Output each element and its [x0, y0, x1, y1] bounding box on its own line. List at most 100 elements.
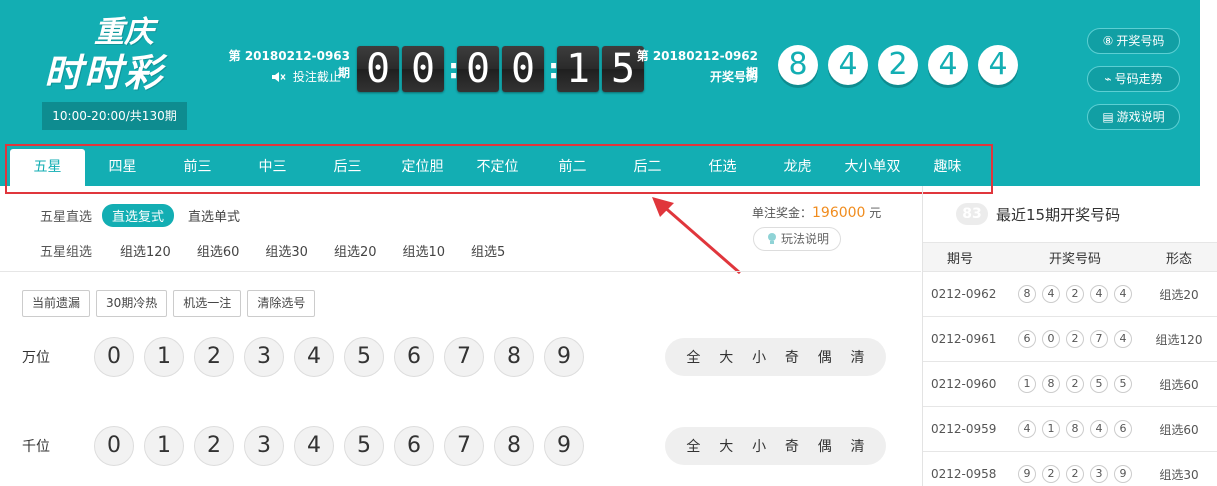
- draw-row: 0212-0958 9 2 2 3 9 组选30: [923, 452, 1217, 486]
- draw-number: 5: [1090, 375, 1108, 393]
- number-ball[interactable]: 0: [94, 426, 134, 466]
- subplay-group-60[interactable]: 组选60: [197, 239, 240, 262]
- filter-small[interactable]: 小: [752, 436, 766, 456]
- number-ball[interactable]: 4: [294, 337, 334, 377]
- recent-draws-title: 最近15期开奖号码: [996, 205, 1121, 224]
- draw-number: 8: [1066, 420, 1084, 438]
- draw-ball: 8: [778, 45, 818, 85]
- draw-number: 7: [1090, 330, 1108, 348]
- filter-clear[interactable]: 清: [851, 347, 865, 367]
- filter-big[interactable]: 大: [719, 436, 733, 456]
- number-ball[interactable]: 3: [244, 337, 284, 377]
- countdown-digit: 0: [357, 46, 399, 92]
- number-ball[interactable]: 4: [294, 426, 334, 466]
- number-ball[interactable]: 9: [544, 426, 584, 466]
- number-ball[interactable]: 1: [144, 337, 184, 377]
- betting-status-text: 投注截止: [292, 70, 341, 84]
- prize-unit: 元: [865, 206, 882, 220]
- recent-draws-columns: 期号 开奖号码 形态: [923, 242, 1217, 272]
- draw-form: 组选20: [1159, 287, 1199, 302]
- draw-results-button[interactable]: ⑧ 开奖号码: [1087, 28, 1180, 54]
- number-ball[interactable]: 3: [244, 426, 284, 466]
- number-ball[interactable]: 2: [194, 337, 234, 377]
- recent-draws-panel: 83 最近15期开奖号码 期号 开奖号码 形态 0212-0962 8 4 2 …: [922, 186, 1217, 486]
- filter-big[interactable]: 大: [719, 347, 733, 367]
- draw-form: 组选60: [1159, 377, 1199, 392]
- filter-all[interactable]: 全: [686, 436, 700, 456]
- draw-numbers: 1 8 2 5 5: [1001, 375, 1149, 393]
- draw-number: 4: [1114, 285, 1132, 303]
- subplay-group-title: 五星组选: [40, 245, 93, 260]
- number-ball[interactable]: 1: [144, 426, 184, 466]
- subplay-row-group: 五星组选 组选120 组选60 组选30 组选20 组选10 组选5: [40, 239, 531, 262]
- number-ball[interactable]: 0: [94, 337, 134, 377]
- number-ball[interactable]: 2: [194, 426, 234, 466]
- draw-ball: 4: [978, 45, 1018, 85]
- filter-clear[interactable]: 清: [851, 436, 865, 456]
- bet-panel: 五星直选 直选复式 直选单式 五星组选 组选120 组选60 组选30 组选20…: [0, 186, 921, 486]
- draw-issue: 0212-0961: [931, 332, 997, 346]
- draw-issue: 0212-0962: [931, 287, 997, 301]
- trend-icon: ⌁: [1104, 72, 1112, 86]
- filter-all[interactable]: 全: [686, 347, 700, 367]
- number-ball[interactable]: 7: [444, 426, 484, 466]
- number-ball[interactable]: 8: [494, 337, 534, 377]
- game-rules-button[interactable]: ▤ 游戏说明: [1087, 104, 1180, 130]
- number-ball[interactable]: 6: [394, 426, 434, 466]
- number-ball[interactable]: 7: [444, 337, 484, 377]
- subplay-direct-single[interactable]: 直选单式: [188, 204, 240, 227]
- random-pick-button[interactable]: 机选一注: [173, 290, 242, 317]
- subplay-group-120[interactable]: 组选120: [120, 239, 171, 262]
- clear-selection-button[interactable]: 清除选号: [247, 290, 316, 317]
- current-missing-button[interactable]: 当前遗漏: [22, 290, 91, 317]
- draw-number: 1: [1018, 375, 1036, 393]
- subplay-group-30[interactable]: 组选30: [265, 239, 308, 262]
- subplay-group-5[interactable]: 组选5: [471, 239, 505, 262]
- number-ball[interactable]: 9: [544, 337, 584, 377]
- subplay-group-20[interactable]: 组选20: [334, 239, 377, 262]
- draw-number: 1: [1042, 420, 1060, 438]
- countdown-digit: 0: [457, 46, 499, 92]
- draw-ball: 2: [878, 45, 918, 85]
- draw-numbers: 9 2 2 3 9: [1001, 465, 1149, 483]
- draw-numbers: 8 4 2 4 4: [1001, 285, 1149, 303]
- number-ball[interactable]: 5: [344, 337, 384, 377]
- filter-even[interactable]: 偶: [818, 436, 832, 456]
- last-draw-numbers: 8 4 2 4 4: [778, 45, 1028, 85]
- draw-numbers: 4 1 8 4 6: [1001, 420, 1149, 438]
- draw-number: 4: [1090, 285, 1108, 303]
- draw-form: 组选120: [1155, 332, 1203, 347]
- number-ball[interactable]: 8: [494, 426, 534, 466]
- filter-even[interactable]: 偶: [818, 347, 832, 367]
- draw-row: 0212-0961 6 0 2 7 4 组选120: [923, 317, 1217, 362]
- column-form: 形态: [1165, 251, 1192, 267]
- countdown-digit: 0: [502, 46, 544, 92]
- logo-line1: 重庆: [94, 15, 154, 50]
- number-ball[interactable]: 5: [344, 426, 384, 466]
- prize-amount: 196000: [812, 205, 866, 221]
- number-ball[interactable]: 6: [394, 337, 434, 377]
- countdown-colon: :: [548, 52, 560, 85]
- draw-issue: 0212-0960: [931, 377, 997, 391]
- draw-numbers: 6 0 2 7 4: [1001, 330, 1149, 348]
- number-trend-button[interactable]: ⌁ 号码走势: [1087, 66, 1180, 92]
- draw-number: 4: [1018, 420, 1036, 438]
- mute-icon[interactable]: [272, 71, 286, 83]
- draw-number: 8: [1042, 375, 1060, 393]
- play-help-button[interactable]: 玩法说明: [753, 227, 841, 251]
- hot-cold-30-button[interactable]: 30期冷热: [96, 290, 168, 317]
- filter-small[interactable]: 小: [752, 347, 766, 367]
- filter-odd[interactable]: 奇: [785, 347, 799, 367]
- draw-number: 6: [1018, 330, 1036, 348]
- subplay-group-10[interactable]: 组选10: [402, 239, 445, 262]
- subplay-direct-multi[interactable]: 直选复式: [102, 204, 175, 227]
- filter-odd[interactable]: 奇: [785, 436, 799, 456]
- position-label: 万位: [22, 350, 50, 366]
- side-buttons: ⑧ 开奖号码 ⌁ 号码走势 ▤ 游戏说明: [1087, 28, 1180, 142]
- lightbulb-icon: [767, 233, 776, 244]
- circled-eight-icon: ⑧: [1102, 34, 1114, 48]
- countdown-digit: 1: [557, 46, 599, 92]
- position-row-wan: 万位 0 1 2 3 4 5 6 7 8 9: [22, 337, 594, 377]
- draw-number: 0: [1042, 330, 1060, 348]
- draw-number: 2: [1042, 465, 1060, 483]
